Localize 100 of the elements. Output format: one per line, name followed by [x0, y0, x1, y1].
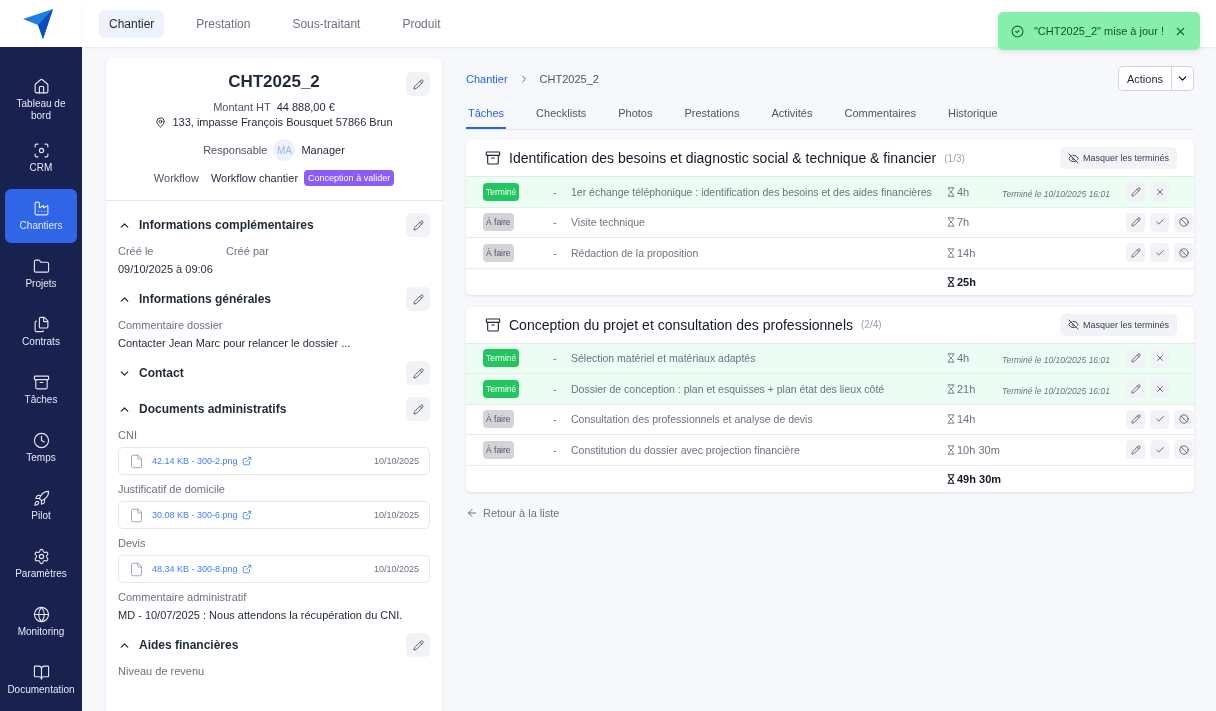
edit-button[interactable]: [1126, 243, 1145, 263]
sidebar-item[interactable]: Projets: [5, 247, 77, 301]
check-button[interactable]: [1150, 243, 1169, 263]
ban-icon: [1178, 247, 1189, 258]
avatar: MA: [273, 139, 296, 161]
section-toggle[interactable]: Contact: [118, 366, 184, 380]
section-toggle[interactable]: Aides financières: [118, 638, 239, 652]
sidebar-item[interactable]: Contrats: [5, 305, 77, 359]
hide-completed-button[interactable]: Masquer les terminés: [1059, 147, 1177, 169]
field-label: Devis: [118, 537, 147, 549]
edit-button[interactable]: [406, 287, 430, 311]
edit-button[interactable]: [406, 361, 430, 385]
task-duration: 7h: [957, 216, 970, 229]
field-label: Commentaire dossier: [118, 319, 224, 331]
toast-message: "CHT2025_2" mise à jour !: [1033, 25, 1164, 37]
factory-icon: [32, 200, 50, 217]
sidebar-label: Pilot: [31, 510, 51, 522]
section-title: Aides financières: [139, 638, 239, 652]
sidebar-item[interactable]: Pilot: [5, 479, 77, 533]
manager-name: Manager: [301, 144, 345, 156]
breadcrumb-current: CHT2025_2: [539, 72, 599, 85]
check-icon: [1154, 444, 1165, 455]
edit-button[interactable]: [1126, 212, 1145, 232]
check-button[interactable]: [1150, 440, 1169, 460]
cancel-button[interactable]: [1174, 440, 1193, 460]
sidebar-item[interactable]: Paramètres: [5, 537, 77, 591]
sidebar-item[interactable]: Documentation: [5, 653, 77, 707]
tab[interactable]: Commentaires: [842, 99, 918, 129]
tab[interactable]: Prestations: [682, 99, 742, 129]
pencil-icon: [412, 78, 424, 90]
close-icon: [1154, 186, 1165, 197]
file-link[interactable]: 42.14 KB - 300-2.png: [152, 456, 252, 466]
hourglass-icon: [946, 444, 956, 455]
sidebar-item[interactable]: Tâches: [5, 363, 77, 417]
sidebar-label: Contrats: [22, 336, 60, 348]
cancel-button[interactable]: [1174, 409, 1193, 429]
edit-button[interactable]: [1126, 379, 1145, 399]
cancel-button[interactable]: [1174, 243, 1193, 263]
cancel-button[interactable]: [1174, 212, 1193, 232]
group-count: (1/3): [944, 152, 965, 164]
sidebar-item[interactable]: Chantiers: [5, 189, 77, 243]
file-link[interactable]: 30.08 KB - 300-6.png: [152, 510, 252, 520]
close-button[interactable]: [1150, 379, 1169, 399]
manager-label: Responsable: [203, 144, 268, 156]
tab[interactable]: Tâches: [466, 99, 507, 129]
edit-button[interactable]: [1126, 348, 1145, 368]
close-button[interactable]: [1150, 348, 1169, 368]
breadcrumb-link[interactable]: Chantier: [466, 72, 508, 85]
nav-tab[interactable]: Chantier: [99, 9, 165, 38]
completed-date: Terminé le 10/10/2025 16:01: [1002, 385, 1110, 396]
map-pin-icon: [155, 116, 167, 128]
sidebar-item[interactable]: Monitoring: [5, 595, 77, 649]
task-duration: 21h: [957, 382, 976, 395]
actions-button[interactable]: Actions: [1118, 67, 1171, 90]
field-value: Contacter Jean Marc pour relancer le dossier ...: [118, 337, 352, 349]
back-link[interactable]: Retour à la liste: [466, 506, 1194, 519]
file-link[interactable]: 48.34 KB - 300-8.png: [152, 564, 252, 574]
completed-date: Terminé le 10/10/2025 16:01: [1002, 188, 1110, 199]
edit-button[interactable]: [406, 213, 430, 237]
tab[interactable]: Photos: [616, 99, 655, 129]
edit-button[interactable]: [406, 72, 430, 96]
field-label: Justificatif de domicile: [118, 483, 226, 495]
settings-icon: [32, 548, 50, 565]
field-value: 09/10/2025 à 09:06: [118, 263, 214, 275]
folder-icon: [32, 258, 50, 275]
edit-button[interactable]: [1126, 182, 1145, 202]
hourglass-icon: [946, 186, 956, 197]
task-duration: 10h 30m: [957, 443, 1000, 456]
edit-button[interactable]: [406, 633, 430, 657]
nav-tab[interactable]: Prestation: [186, 9, 261, 38]
task-duration: 4h: [957, 185, 970, 198]
sidebar-label: Chantiers: [19, 220, 63, 232]
sidebar-label: Documentation: [7, 684, 75, 696]
eye-off-icon: [1067, 319, 1079, 330]
record-title: CHT2025_2: [228, 72, 320, 92]
sidebar-item[interactable]: Temps: [5, 421, 77, 475]
sidebar-label: Monitoring: [17, 626, 65, 638]
edit-button[interactable]: [1126, 440, 1145, 460]
close-icon: [1154, 383, 1165, 394]
hide-completed-button[interactable]: Masquer les terminés: [1059, 313, 1177, 336]
status-badge: Terminé: [483, 379, 520, 398]
tab[interactable]: Checklists: [534, 99, 589, 129]
close-button[interactable]: [1150, 182, 1169, 202]
sidebar-item[interactable]: CRM: [5, 131, 77, 185]
hourglass-icon: [946, 217, 956, 228]
check-circle-icon: [1010, 24, 1024, 38]
tab[interactable]: Historique: [946, 99, 1000, 129]
nav-tab[interactable]: Produit: [392, 9, 451, 38]
field-label: Niveau de revenu: [118, 665, 206, 677]
check-button[interactable]: [1150, 212, 1169, 232]
external-link-icon: [241, 510, 252, 520]
sidebar-item[interactable]: Tableau de bord: [5, 73, 77, 127]
pencil-icon: [412, 219, 424, 231]
field-label: CNI: [118, 429, 138, 441]
edit-button[interactable]: [1126, 409, 1145, 429]
tab[interactable]: Activités: [769, 99, 815, 129]
check-button[interactable]: [1150, 409, 1169, 429]
edit-button[interactable]: [406, 397, 430, 421]
nav-tab[interactable]: Sous-traitant: [282, 9, 371, 38]
file-icon: [129, 561, 144, 577]
